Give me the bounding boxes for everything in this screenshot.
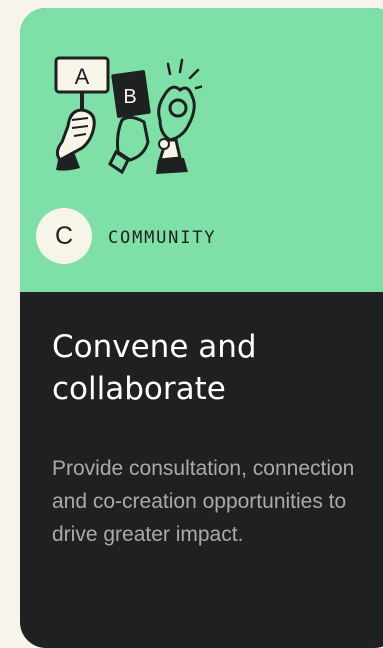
category-badge: C xyxy=(36,208,92,264)
card-header: A B C COMMUNITY xyxy=(20,8,383,292)
sign-b-label: B xyxy=(123,86,136,108)
card-title: Convene and collaborate xyxy=(52,329,257,407)
sign-a-label: A xyxy=(75,64,90,89)
card-body: Convene and collaborate Provide consulta… xyxy=(20,292,383,648)
sign-a: A xyxy=(54,56,110,171)
raised-hands-voting-icon: A B xyxy=(54,56,202,175)
badge-letter: C xyxy=(54,221,74,250)
ok-hand xyxy=(156,58,202,174)
community-card[interactable]: A B C COMMUNITY Convene and collaborate … xyxy=(20,8,383,648)
sign-b: B xyxy=(108,70,151,175)
category-label: COMMUNITY xyxy=(108,228,217,248)
card-description: Provide consultation, connection and co-… xyxy=(52,457,355,546)
